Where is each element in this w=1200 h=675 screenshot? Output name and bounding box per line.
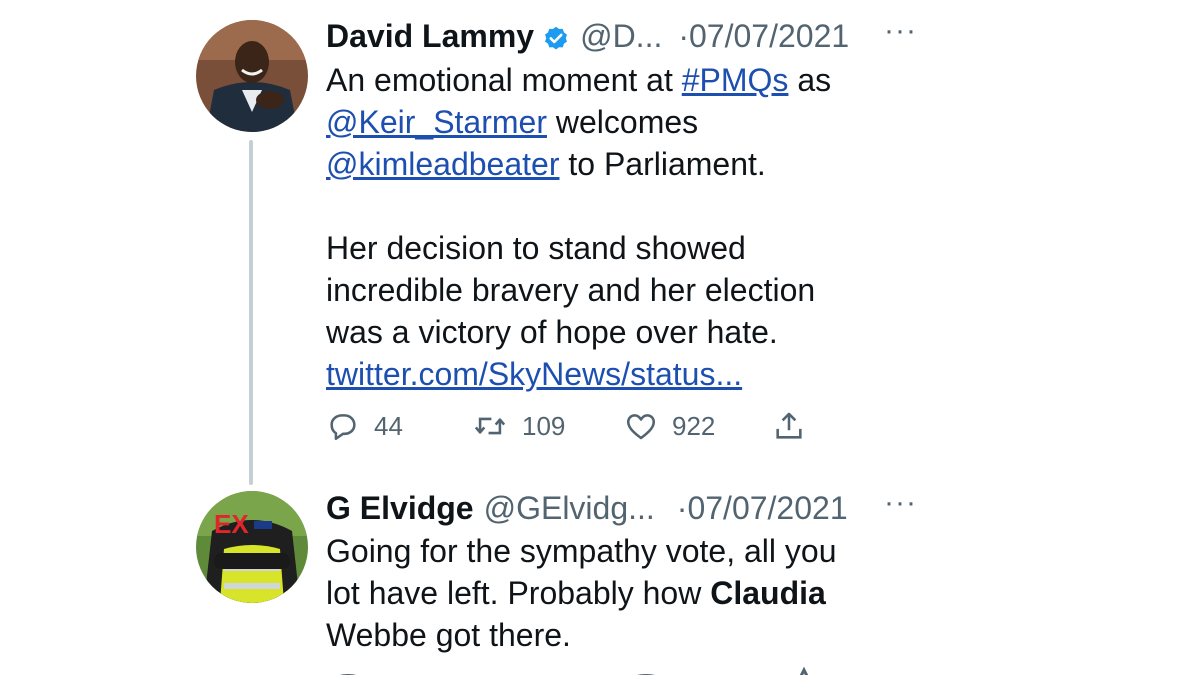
reply-button[interactable]: 44 <box>326 409 472 443</box>
author-name[interactable]: G Elvidge <box>326 488 474 528</box>
tweet-text-segment: Webbe got there. <box>326 617 571 653</box>
tweet-header: G Elvidge @GElvidg... ·07/07/2021 <box>326 488 848 528</box>
author-handle[interactable]: @D... <box>580 16 662 56</box>
tweet-header: David Lammy @D... ·07/07/2021 <box>326 16 849 56</box>
hashtag-link[interactable]: #PMQs <box>682 62 789 98</box>
more-options-icon[interactable]: ··· <box>884 14 917 48</box>
tweet-date[interactable]: ·07/07/2021 <box>678 16 849 56</box>
tweet-date[interactable]: ·07/07/2021 <box>677 488 848 528</box>
retweet-icon <box>472 409 508 443</box>
tweet-text: Going for the sympathy vote, all you lot… <box>326 530 946 656</box>
tweet-text-paragraph: Her decision to stand showed incredible … <box>326 230 816 350</box>
more-options-icon[interactable]: ··· <box>884 486 917 520</box>
tweet-text: An emotional moment at #PMQs as @Keir_St… <box>326 59 946 395</box>
avatar-david-lammy[interactable] <box>196 20 308 132</box>
avatar-g-elvidge[interactable]: EX <box>196 491 308 603</box>
author-handle[interactable]: @GElvidg... <box>484 488 655 528</box>
share-icon <box>772 409 806 443</box>
like-button[interactable]: 922 <box>624 409 772 443</box>
svg-text:EX: EX <box>214 509 249 539</box>
author-name[interactable]: David Lammy <box>326 16 534 56</box>
tweet-actions-clipped <box>326 664 826 675</box>
thread-connector-line <box>249 140 253 485</box>
tweet-text-segment: welcomes <box>546 104 699 140</box>
share-button[interactable] <box>772 409 806 443</box>
verified-badge-icon <box>542 22 570 50</box>
retweet-count: 109 <box>522 410 566 441</box>
reply-icon <box>326 409 360 443</box>
retweet-button[interactable]: 109 <box>472 409 624 443</box>
external-link[interactable]: twitter.com/SkyNews/status... <box>326 356 742 392</box>
bold-text: Claudia <box>710 575 826 611</box>
like-count: 922 <box>672 410 716 441</box>
tweet-text-segment: as <box>788 62 832 98</box>
tweet-actions: 44 109 922 <box>326 406 806 446</box>
tweet-text-segment: to Parliament. <box>559 146 766 182</box>
mention-link[interactable]: @Keir_Starmer <box>326 104 547 140</box>
heart-icon <box>624 409 658 443</box>
reply-count: 44 <box>374 410 403 441</box>
mention-link[interactable]: @kimleadbeater <box>326 146 559 182</box>
tweet-text-segment: An emotional moment at <box>326 62 682 98</box>
